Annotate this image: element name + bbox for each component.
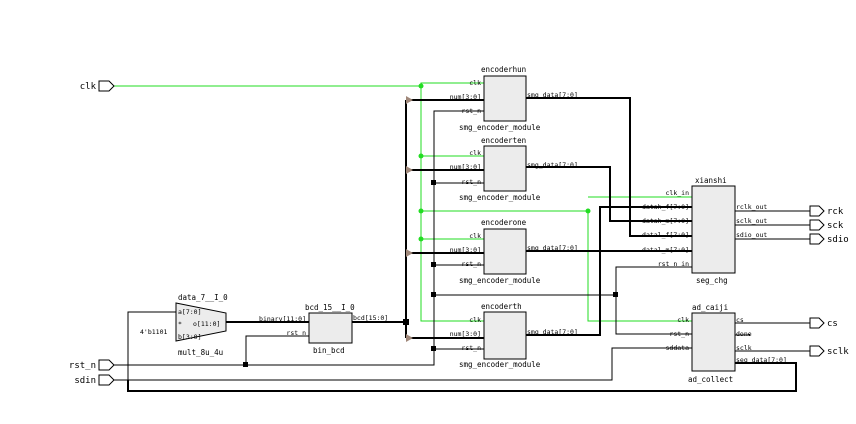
encoder-pin-clk: clk [469,149,481,157]
xianshi-pin-rst-n-in: rst_n_in [658,260,689,268]
port-clk-label: clk [80,82,97,92]
encoder-th-block[interactable]: encoderth clk num[3:0] rst_n smg_data[7:… [450,302,578,369]
encoder-pin-out: smg_data[7:0] [527,244,578,252]
bcd-pin-binary: binary[11:0] [259,315,306,323]
encoder-module-name: smg_encoder_module [459,276,541,285]
bcd-pin-bcd: bcd[15:0] [353,314,388,322]
port-sdio[interactable]: sdio [809,233,849,245]
bcd-instance-name: bcd_15__I_0 [305,303,355,312]
port-sck-label: sck [827,221,844,231]
encoder-pin-num: num[3:0] [450,330,481,338]
mult-pin-b: b[3:0] [178,333,201,341]
adc-pin-sddata: sddata [666,344,690,352]
xianshi-pin-sdio-out: sdio_out [736,231,767,239]
encoder-pin-rst: rst_n [461,107,481,115]
port-sck[interactable]: sck [809,219,844,231]
adc-pin-clk: clk [677,316,689,324]
xianshi-pin-datah-f: datah_f[7:0] [642,203,689,211]
port-sclk[interactable]: sclk [809,345,849,357]
adc-pin-rst-n: rst_n [669,330,689,338]
xianshi-block[interactable]: xianshi clk_in datah_f[7:0] datah_m[7:0]… [642,176,767,285]
mult-block[interactable]: data_7__I_0 a[7:0] * o[11:0] b[3:0] 4'b1… [140,293,228,357]
encoder-pin-out: smg_data[7:0] [527,161,578,169]
mult-pin-o: o[11:0] [193,320,220,328]
encoder-pin-num: num[3:0] [450,246,481,254]
encoder-pin-clk: clk [469,232,481,240]
encoder-one-block[interactable]: encoderone clk num[3:0] rst_n smg_data[7… [450,218,578,285]
encoder-pin-num: num[3:0] [450,93,481,101]
bcd-module-name: bin_bcd [313,346,345,355]
adc-block[interactable]: ad_caiji clk rst_n sddata cs done sclk s… [666,303,787,384]
port-rst_n[interactable]: rst_n [69,359,115,371]
mult-operator: * [178,320,182,328]
adc-pin-done: done [736,330,752,338]
port-sdin[interactable]: sdin [74,374,115,386]
encoder-instance-name: encoderten [481,136,526,145]
encoder-instance-name: encoderhun [481,65,526,74]
encoder-pin-clk: clk [469,316,481,324]
adc-module-name: ad_collect [688,375,733,384]
mult-constant: 4'b1101 [140,328,167,336]
port-clk[interactable]: clk [80,80,115,92]
port-sclk-label: sclk [827,347,849,357]
mult-instance-name: data_7__I_0 [178,293,228,302]
encoder-pin-out: smg_data[7:0] [527,91,578,99]
xianshi-pin-clk-in: clk_in [666,189,690,197]
xianshi-pin-datah-m: datah_m[7:0] [642,217,689,225]
adc-pin-cs: cs [736,316,744,324]
xianshi-pin-datal-f: datal_f[7:0] [642,231,689,239]
encoder-pin-rst: rst_n [461,178,481,186]
port-rck[interactable]: rck [809,205,844,217]
mult-module-name: mult_8u_4u [178,348,223,357]
xianshi-pin-datal-m: datal_m[7:0] [642,246,689,254]
mult-pin-a: a[7:0] [178,308,201,316]
encoder-pin-num: num[3:0] [450,163,481,171]
encoder-pin-out: smg_data[7:0] [527,328,578,336]
xianshi-pin-rclk-out: rclk_out [736,203,767,211]
adc-pin-sclk: sclk [736,344,752,352]
encoder-pin-rst: rst_n [461,344,481,352]
encoder-pin-rst: rst_n [461,260,481,268]
adc-instance-name: ad_caiji [692,303,728,312]
encoder-pin-clk: clk [469,79,481,87]
xianshi-instance-name: xianshi [695,176,727,185]
encoder-module-name: smg_encoder_module [459,360,541,369]
bcd-block[interactable]: bcd_15__I_0 binary[11:0] rst_n bcd[15:0]… [259,303,388,355]
xianshi-pin-sclk-out: sclk_out [736,217,767,225]
port-cs-label: cs [827,319,838,329]
encoder-instance-name: encoderth [481,302,522,311]
xianshi-module-name: seg_chg [696,276,728,285]
port-sdin-label: sdin [74,376,96,386]
encoder-instance-name: encoderone [481,218,527,227]
adc-pin-seg-data: seg_data[7:0] [736,356,787,364]
bcd-pin-rst: rst_n [286,329,306,337]
port-rck-label: rck [827,207,844,217]
port-cs[interactable]: cs [809,317,838,329]
encoder-module-name: smg_encoder_module [459,123,541,132]
encoder-ten-block[interactable]: encoderten clk num[3:0] rst_n smg_data[7… [450,136,578,202]
port-rst-label: rst_n [69,361,96,371]
encoder-hun-block[interactable]: encoderhun clk num[3:0] rst_n smg_data[7… [450,65,578,132]
schematic-canvas: clk rst_n sdin rck sck sdio cs sclk data… [69,65,849,392]
encoder-module-name: smg_encoder_module [459,193,541,202]
port-sdio-label: sdio [827,235,849,245]
